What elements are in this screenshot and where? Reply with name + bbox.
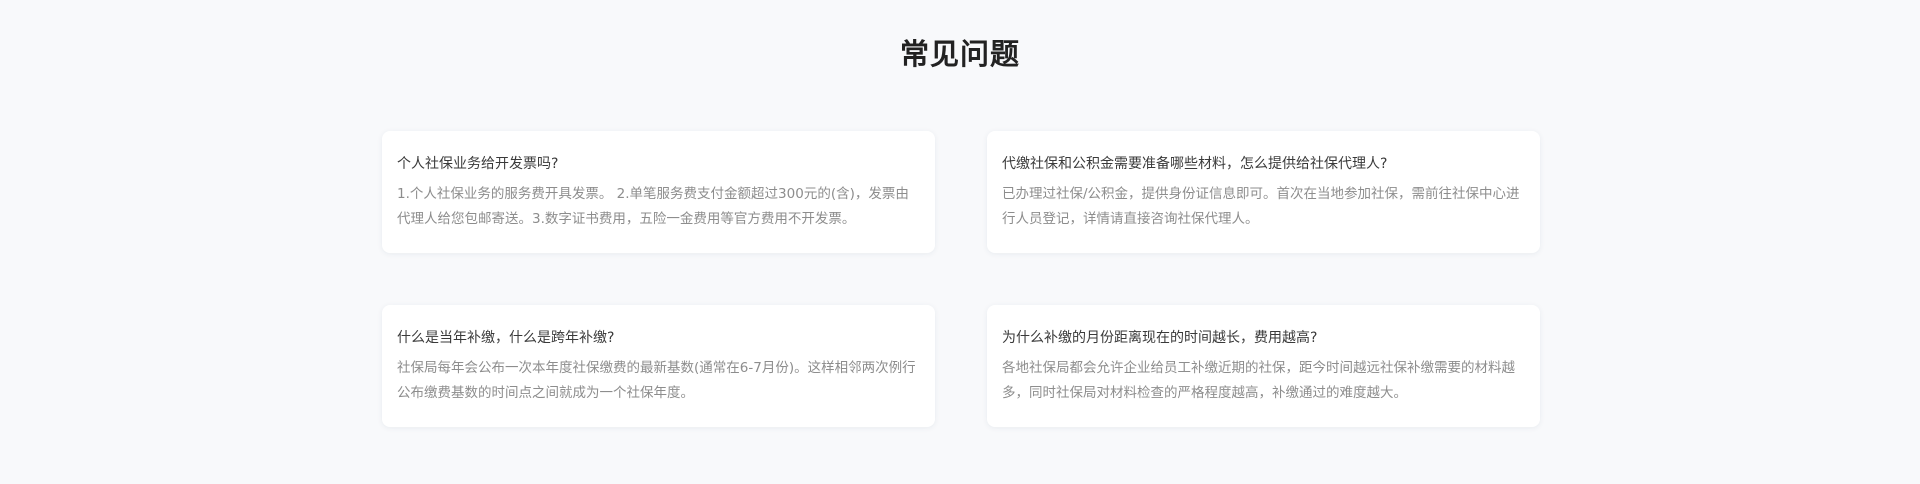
faq-section-title: 常见问题 [899, 37, 1020, 71]
faq-question: 什么是当年补缴，什么是跨年补缴? [397, 330, 615, 346]
faq-answer: 各地社保局都会允许企业给员工补缴近期的社保，距今时间越远社保补缴需要的材料越多，… [1002, 360, 1515, 401]
faq-card: 代缴社保和公积金需要准备哪些材料，怎么提供给社保代理人? 已办理过社保/公积金，… [987, 131, 1540, 253]
faq-question: 代缴社保和公积金需要准备哪些材料，怎么提供给社保代理人? [1002, 156, 1388, 172]
faq-question: 为什么补缴的月份距离现在的时间越长，费用越高? [1002, 330, 1318, 346]
faq-section: 常见问题 个人社保业务给开发票吗? 1.个人社保业务的服务费开具发票。 2.单笔… [0, 0, 1920, 484]
faq-answer: 1.个人社保业务的服务费开具发票。 2.单笔服务费支付金额超过300元的(含)，… [397, 186, 909, 227]
faq-answer: 社保局每年会公布一次本年度社保缴费的最新基数(通常在6-7月份)。这样相邻两次例… [397, 360, 916, 401]
faq-card: 为什么补缴的月份距离现在的时间越长，费用越高? 各地社保局都会允许企业给员工补缴… [987, 305, 1540, 427]
faq-grid: 个人社保业务给开发票吗? 1.个人社保业务的服务费开具发票。 2.单笔服务费支付… [382, 131, 1541, 427]
faq-question: 个人社保业务给开发票吗? [397, 156, 559, 172]
faq-answer: 已办理过社保/公积金，提供身份证信息即可。首次在当地参加社保，需前往社保中心进行… [1002, 186, 1520, 227]
faq-card: 个人社保业务给开发票吗? 1.个人社保业务的服务费开具发票。 2.单笔服务费支付… [382, 131, 935, 253]
faq-card: 什么是当年补缴，什么是跨年补缴? 社保局每年会公布一次本年度社保缴费的最新基数(… [382, 305, 935, 427]
